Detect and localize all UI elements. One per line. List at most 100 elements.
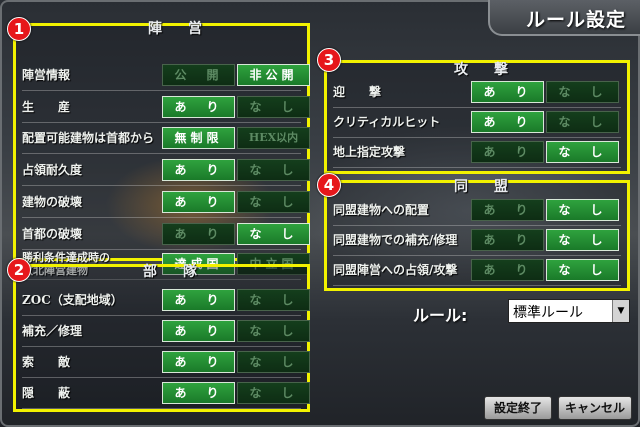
option-button-first[interactable]: あ り <box>162 96 235 118</box>
section-panel-4: 同盟建物への配置あ りな し同盟建物での補充/修理あ りな し同盟陣営への占領/… <box>324 180 630 291</box>
setting-row: 陣営情報 公 開非公開 <box>22 62 310 91</box>
setting-label: 同盟建物への配置 <box>333 203 430 217</box>
rule-select-value: 標準ルール <box>513 305 583 321</box>
option-button-second[interactable]: な し <box>546 229 619 251</box>
option-button-second[interactable]: な し <box>546 141 619 163</box>
row-divider <box>333 167 621 168</box>
row-divider <box>22 122 301 123</box>
option-button-second[interactable]: な し <box>237 320 310 342</box>
option-button-second[interactable]: な し <box>237 223 310 245</box>
setting-row: 同盟建物での補充/修理あ りな し <box>333 227 621 256</box>
setting-label: クリティカルヒット <box>333 115 441 129</box>
chevron-down-icon[interactable]: ▼ <box>612 300 629 322</box>
setting-label: 索 敵 <box>22 355 71 369</box>
setting-label: 地上指定攻撃 <box>333 145 406 159</box>
setting-label: 配置可能建物は首都から <box>22 131 155 145</box>
option-button-second[interactable]: な し <box>546 81 619 103</box>
setting-row: 建物の破壊 あ りな し <box>22 189 310 218</box>
setting-row: 首都の破壊 あ りな し <box>22 221 310 250</box>
section-number-badge: 2 <box>7 258 31 282</box>
row-divider <box>22 408 301 409</box>
option-button-first[interactable]: 公 開 <box>162 64 235 86</box>
setting-row: 占領耐久度 あ りな し <box>22 157 310 186</box>
option-button-second[interactable]: な し <box>546 259 619 281</box>
setting-row: 迎 撃 あ りな し <box>333 79 621 108</box>
option-button-second[interactable]: な し <box>237 96 310 118</box>
option-button-second[interactable]: な し <box>546 111 619 133</box>
option-button-second[interactable]: な し <box>237 382 310 404</box>
setting-row: 索 敵 あ りな し <box>22 349 310 378</box>
setting-row: 生 産 あ りな し <box>22 94 310 123</box>
row-divider <box>333 137 621 138</box>
rule-settings-screen: ルール設定 陣営情報公 開非公開生 産あ りな し配置可能建物は首都から 無制限 H… <box>0 0 640 427</box>
option-button-second[interactable]: な し <box>237 289 310 311</box>
option-button-first[interactable]: あ り <box>471 259 544 281</box>
setting-label: 隠 蔽 <box>22 386 71 400</box>
section-title: 攻 撃 <box>454 62 514 78</box>
finish-settings-button[interactable]: 設定終了 <box>484 396 552 420</box>
setting-label: 同盟建物での補充/修理 <box>333 233 458 247</box>
section-panel-2: ZOC（支配地域）あ りな し補充／修理あ りな し索 敵あ りな し隠 蔽あ … <box>13 264 310 412</box>
setting-row: クリティカルヒット あ りな し <box>333 109 621 138</box>
option-button-first[interactable]: あ り <box>471 199 544 221</box>
option-button-second[interactable]: な し <box>237 191 310 213</box>
option-button-first[interactable]: あ り <box>162 351 235 373</box>
row-divider <box>22 217 301 218</box>
row-divider <box>22 90 301 91</box>
section-number-badge: 1 <box>7 17 31 41</box>
setting-label: 補充／修理 <box>22 324 83 338</box>
option-button-second[interactable]: 非公開 <box>237 64 310 86</box>
option-button-second[interactable]: な し <box>546 199 619 221</box>
row-divider <box>22 185 301 186</box>
row-divider <box>22 153 301 154</box>
rule-select[interactable]: 標準ルール ▼ <box>508 299 630 323</box>
option-button-first[interactable]: あ り <box>471 229 544 251</box>
section-number-badge: 4 <box>317 173 341 197</box>
setting-row: 同盟建物への配置 あ りな し <box>333 197 621 226</box>
setting-label: 陣営情報 <box>22 68 71 82</box>
section-panel-1: 陣営情報公 開非公開生 産あ りな し配置可能建物は首都から 無制限 HEX以内 占領… <box>13 23 310 280</box>
option-button-first[interactable]: あ り <box>471 81 544 103</box>
setting-label: 同盟陣営への占領/攻撃 <box>333 263 458 277</box>
setting-label: 占領耐久度 <box>22 163 83 177</box>
cancel-button[interactable]: キャンセル <box>558 396 632 420</box>
setting-row: 地上指定攻撃 あ りな し <box>333 139 621 168</box>
row-divider <box>333 285 621 286</box>
section-title: 部 隊 <box>143 264 203 280</box>
option-button-first[interactable]: あ り <box>162 191 235 213</box>
option-button-first[interactable]: あ り <box>162 382 235 404</box>
row-divider <box>22 315 301 316</box>
row-divider <box>333 225 621 226</box>
option-button-first[interactable]: あ り <box>471 141 544 163</box>
option-button-first[interactable]: あ り <box>162 289 235 311</box>
header-bar: ルール設定 <box>488 0 640 36</box>
setting-label: ZOC（支配地域） <box>22 293 123 307</box>
setting-label: 建物の破壊 <box>22 195 83 209</box>
option-button-first[interactable]: あ り <box>162 223 235 245</box>
setting-label: 生 産 <box>22 100 71 114</box>
row-divider <box>22 346 301 347</box>
setting-label: 首都の破壊 <box>22 227 83 241</box>
option-button-first[interactable]: 無制限 <box>162 127 235 149</box>
option-button-first[interactable]: あ り <box>162 159 235 181</box>
option-button-first[interactable]: あ り <box>471 111 544 133</box>
option-button-first[interactable]: あ り <box>162 320 235 342</box>
row-divider <box>22 377 301 378</box>
rule-label: ルール: <box>413 306 468 325</box>
setting-row: 補充／修理 あ りな し <box>22 318 310 347</box>
section-title: 同 盟 <box>454 179 514 195</box>
row-divider <box>22 249 301 250</box>
setting-label: 迎 撃 <box>333 85 382 99</box>
option-button-second[interactable]: な し <box>237 159 310 181</box>
section-number-badge: 3 <box>317 48 341 72</box>
setting-row: 配置可能建物は首都から 無制限 HEX以内 <box>22 125 310 154</box>
option-button-second[interactable]: HEX以内 <box>237 127 310 149</box>
setting-row: 隠 蔽 あ りな し <box>22 380 310 409</box>
screen-title: ルール設定 <box>525 9 626 31</box>
row-divider <box>333 107 621 108</box>
setting-row: 同盟陣営への占領/攻撃あ りな し <box>333 257 621 286</box>
row-divider <box>333 255 621 256</box>
option-button-second[interactable]: な し <box>237 351 310 373</box>
section-title: 陣 営 <box>148 21 208 37</box>
setting-row: ZOC（支配地域） あ りな し <box>22 287 310 316</box>
